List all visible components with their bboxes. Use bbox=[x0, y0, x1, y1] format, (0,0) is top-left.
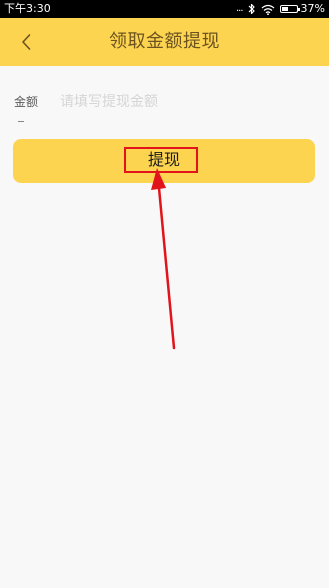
arrow-head bbox=[151, 168, 166, 190]
annotation-arrow bbox=[151, 168, 176, 350]
